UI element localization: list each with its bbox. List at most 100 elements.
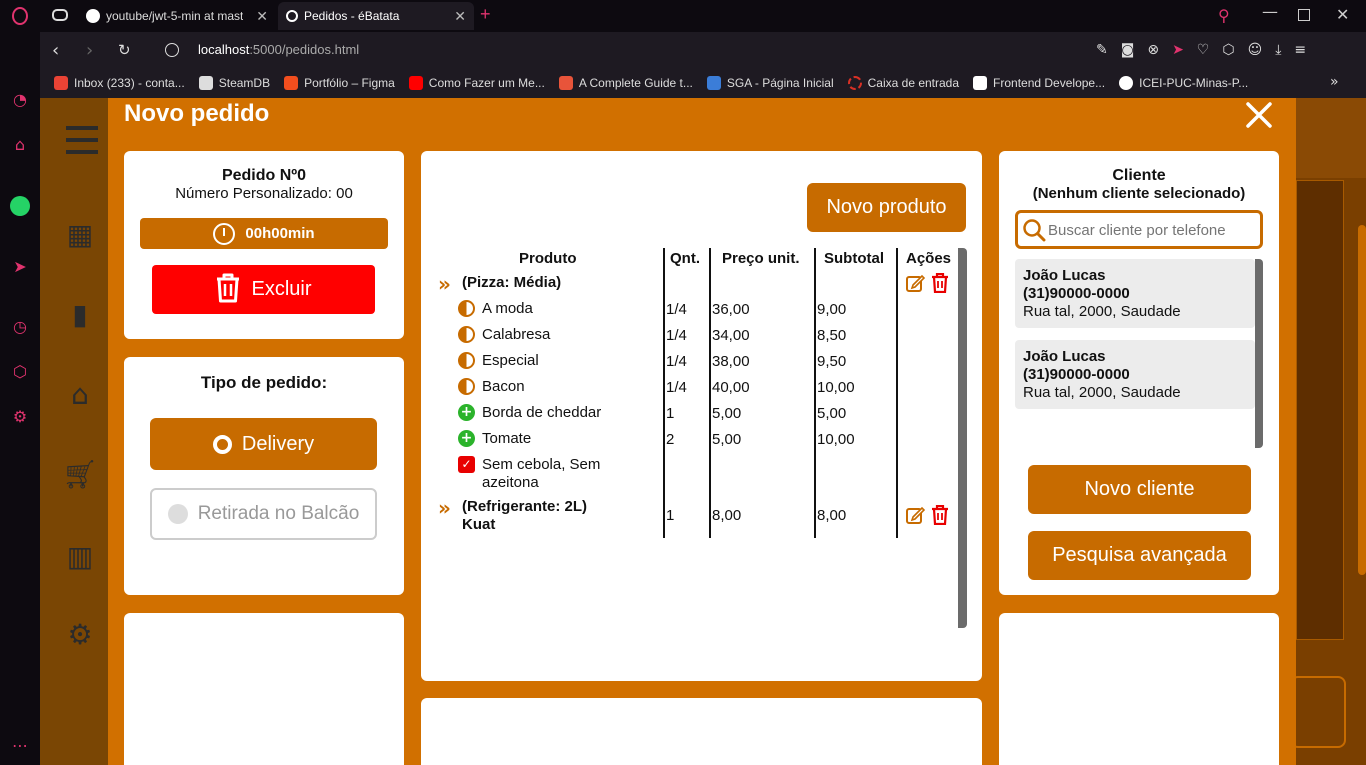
close-tab-icon[interactable]: ✕ [256,8,268,25]
more-icon[interactable]: ⋯ [10,736,30,756]
shopping-icon[interactable]: ⌂ [10,135,30,155]
edit-icon[interactable] [905,505,926,529]
table-scrollbar[interactable] [958,248,967,628]
url-field[interactable]: localhost:5000/pedidos.html [198,42,359,57]
url-path: :5000/pedidos.html [249,42,360,57]
new-tab-button[interactable]: + [480,4,491,25]
item-name: Bacon [482,378,525,395]
quarter-pizza-icon [458,352,475,369]
opera-logo-icon[interactable] [12,7,28,25]
bookmark-item[interactable]: Como Fazer um Me... [408,76,545,90]
item-subtotal: 10,00 [817,431,855,448]
cube-icon[interactable]: ⬡ [1222,42,1234,58]
trash-icon[interactable] [931,272,949,297]
close-icon[interactable] [1244,100,1274,130]
quarter-pizza-icon [458,300,475,317]
client-search-input[interactable] [1048,218,1258,242]
bookmark-item[interactable]: ICEI-PUC-Minas-P... [1119,76,1248,90]
item-qty: 1/4 [666,353,687,370]
figma-icon [284,76,299,90]
menu-icon[interactable]: ≡ [1294,42,1306,58]
empty-card-center [421,698,982,765]
tab-gamepad-icon[interactable] [52,9,68,21]
settings-icon[interactable]: ⚙ [10,407,30,427]
new-product-button[interactable]: Novo produto [807,183,966,232]
back-icon[interactable]: ‹ [52,40,59,61]
column-divider [896,248,898,538]
add-extra-icon: + [458,404,475,421]
whatsapp-icon[interactable] [10,196,30,216]
item-subtotal: 5,00 [817,405,847,422]
minimize-icon[interactable]: — [1262,2,1278,21]
chart-icon[interactable]: ▥ [62,540,98,576]
radio-icon [212,434,232,454]
item-name: Tomate [482,430,532,447]
bookmark-label: Portfólio – Figma [304,76,395,90]
camera-icon[interactable]: ◙ [1121,42,1135,58]
bookmark-label: Como Fazer um Me... [428,76,545,90]
send-icon[interactable]: ➤ [1172,42,1184,58]
bookmark-item[interactable]: Caixa de entrada [847,76,959,90]
bookmark-item[interactable]: SGA - Página Inicial [706,76,834,90]
speed-dial-icon[interactable]: ◔ [10,90,30,110]
cash-register-icon[interactable]: ▦ [62,218,98,254]
bookmark-item[interactable]: Inbox (233) - conta... [54,76,185,90]
close-tab-icon[interactable]: ✕ [454,8,466,25]
bookmark-item[interactable]: Frontend Develope... [973,76,1105,90]
client-list-scrollbar[interactable] [1255,259,1263,448]
delivery-option[interactable]: Delivery [150,418,377,470]
hamburger-menu-icon[interactable] [66,126,98,154]
client-subtitle: (Nenhum cliente selecionado) [1032,185,1246,202]
app-confirm-button[interactable] [1290,676,1346,748]
edit-icon[interactable]: ✎ [1096,42,1108,58]
item-name: A moda [482,300,533,317]
forward-icon[interactable]: › [86,40,93,61]
item-note: azeitona [482,474,539,491]
tab-pedidos[interactable]: Pedidos - éBatata ✕ [278,2,474,30]
column-divider [709,248,711,538]
app-scrollbar[interactable] [1358,225,1366,575]
item-price: 8,00 [712,507,742,524]
cube-icon[interactable]: ⬡ [10,362,30,382]
download-icon[interactable]: ⤓ [1275,42,1281,58]
empty-card-right [999,613,1279,765]
settings-icon[interactable]: ⚙ [62,618,98,654]
reload-icon[interactable]: ↻ [118,41,131,59]
advanced-search-button[interactable]: Pesquisa avançada [1028,531,1251,580]
mail-icon [847,76,862,90]
bookmark-item[interactable]: Portfólio – Figma [284,76,395,90]
github-icon [1119,76,1134,90]
edit-icon[interactable] [905,273,926,297]
pickup-label: Retirada no Balcão [197,503,360,524]
item-qty: 1/4 [666,301,687,318]
item-name: Borda de cheddar [482,404,602,421]
tab-youtube-jwt[interactable]: youtube/jwt-5-min at mast ✕ [78,2,276,30]
delete-order-button[interactable]: Excluir [152,265,375,314]
blocker-icon[interactable]: ⊗ [1147,42,1159,58]
checkbox-icon: ✓ [458,456,475,473]
bookmark-icon[interactable]: ▮ [62,298,98,334]
clock-icon [213,222,236,245]
new-client-button[interactable]: Novo cliente [1028,465,1251,514]
heart-icon[interactable]: ♡ [1197,42,1210,58]
expand-chevron-icon[interactable]: » [438,274,451,294]
sga-icon [706,76,721,90]
send-icon[interactable]: ➤ [10,257,30,277]
search-tabs-icon[interactable]: ⚲ [1218,6,1230,25]
close-window-icon[interactable]: ✕ [1336,5,1349,24]
expand-chevron-icon[interactable]: » [438,498,451,518]
store-icon[interactable]: ⌂ [62,378,98,414]
bookmark-item[interactable]: A Complete Guide t... [558,76,693,90]
bookmark-label: A Complete Guide t... [578,76,693,90]
restore-icon[interactable] [1298,9,1310,21]
pickup-option[interactable]: Retirada no Balcão [150,488,377,540]
more-bookmarks-icon[interactable]: » [1330,74,1339,90]
bookmark-item[interactable]: SteamDB [198,76,270,90]
bookmark-label: Inbox (233) - conta... [74,76,185,90]
profile-icon[interactable]: ☺ [1248,42,1263,58]
product-group-name: (Refrigerante: 2L) [462,498,588,515]
cart-icon[interactable]: 🛒︎ [62,458,98,494]
item-price: 38,00 [712,353,750,370]
history-icon[interactable]: ◷ [10,317,30,337]
trash-icon[interactable] [931,504,949,529]
